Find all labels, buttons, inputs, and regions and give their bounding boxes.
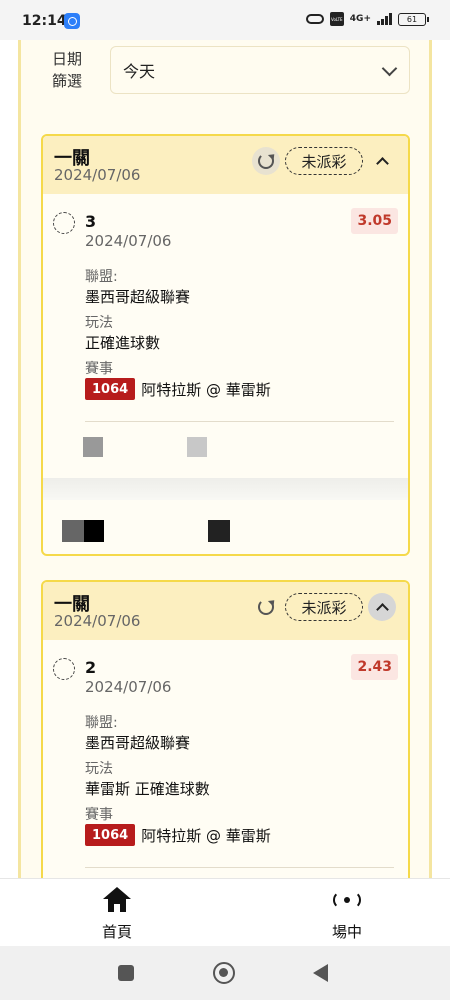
selection-date: 2024/07/06 bbox=[85, 232, 172, 250]
bet-card: 一關 2024/07/06 未派彩 3 2024/07/06 3.05 聯盟: … bbox=[41, 134, 410, 556]
league-value: 墨西哥超級聯賽 bbox=[85, 734, 191, 752]
bet-date: 2024/07/06 bbox=[54, 612, 141, 630]
selection-radio[interactable] bbox=[53, 212, 75, 234]
chevron-up-icon bbox=[375, 156, 389, 170]
event-row: 1064 阿特拉斯 @ 華雷斯 bbox=[85, 824, 271, 846]
back-button[interactable] bbox=[313, 964, 328, 982]
match-code-badge: 1064 bbox=[85, 378, 136, 400]
battery-icon: 61 bbox=[398, 12, 429, 26]
nav-live-label: 場中 bbox=[331, 923, 362, 941]
selection-date: 2024/07/06 bbox=[85, 678, 172, 696]
obscured-content bbox=[208, 520, 230, 542]
obscured-content bbox=[83, 437, 103, 457]
selection-name: 3 bbox=[85, 212, 97, 231]
app-notification-icon bbox=[64, 13, 80, 29]
battery-level: 61 bbox=[406, 14, 418, 24]
date-filter-select[interactable]: 今天 bbox=[110, 46, 410, 94]
status-indicators: VoLTE 4G+ 61 bbox=[305, 12, 429, 26]
refresh-button[interactable] bbox=[252, 593, 280, 621]
match-code-badge: 1064 bbox=[85, 824, 136, 846]
status-bar: 12:14 VoLTE 4G+ 61 bbox=[0, 0, 450, 40]
recent-apps-button[interactable] bbox=[118, 965, 134, 981]
page: 日期篩選 今天 一關 2024/07/06 未派彩 3 2024/07/06 3… bbox=[0, 40, 450, 878]
home-icon bbox=[103, 887, 131, 913]
market-label: 玩法 bbox=[85, 761, 113, 777]
match-name: 阿特拉斯 @ 華雷斯 bbox=[141, 826, 271, 845]
nav-live[interactable]: 場中 bbox=[297, 887, 397, 942]
volte-label: VoLTE bbox=[331, 16, 343, 22]
event-label: 賽事 bbox=[85, 361, 113, 377]
bottom-nav: 首頁 場中 bbox=[0, 878, 450, 946]
live-broadcast-icon bbox=[333, 887, 361, 913]
signal-icon bbox=[377, 13, 392, 25]
volte-icon: VoLTE bbox=[329, 12, 344, 26]
obscured-content bbox=[84, 520, 104, 542]
market-label: 玩法 bbox=[85, 315, 113, 331]
market-value: 華雷斯 正確進球數 bbox=[85, 780, 210, 798]
bet-card-header: 一關 2024/07/06 未派彩 bbox=[43, 582, 408, 640]
chevron-up-icon bbox=[375, 602, 389, 616]
event-row: 1064 阿特拉斯 @ 華雷斯 bbox=[85, 378, 271, 400]
bet-card: 一關 2024/07/06 未派彩 2 2024/07/06 2.43 聯盟: … bbox=[41, 580, 410, 878]
nav-home-label: 首頁 bbox=[101, 923, 132, 941]
bet-date: 2024/07/06 bbox=[54, 166, 141, 184]
divider bbox=[85, 867, 394, 868]
bet-status-badge: 未派彩 bbox=[285, 593, 363, 621]
market-value: 正確進球數 bbox=[85, 334, 161, 352]
nav-home[interactable]: 首頁 bbox=[67, 887, 167, 942]
date-filter-value: 今天 bbox=[123, 62, 156, 81]
system-nav-bar bbox=[0, 946, 450, 1000]
match-name: 阿特拉斯 @ 華雷斯 bbox=[141, 380, 271, 399]
chevron-down-icon bbox=[381, 60, 398, 77]
date-filter-label: 日期篩選 bbox=[52, 50, 83, 90]
status-time: 12:14 bbox=[22, 13, 67, 29]
league-value: 墨西哥超級聯賽 bbox=[85, 288, 191, 306]
refresh-icon bbox=[258, 599, 274, 615]
selection-name: 2 bbox=[85, 658, 97, 677]
league-label: 聯盟: bbox=[85, 269, 118, 285]
refresh-button[interactable] bbox=[252, 147, 280, 175]
link-icon bbox=[305, 14, 324, 24]
collapse-button[interactable] bbox=[368, 593, 396, 621]
refresh-icon bbox=[258, 153, 274, 169]
obscured-content bbox=[187, 437, 207, 457]
selection-radio[interactable] bbox=[53, 658, 75, 680]
fade-band bbox=[43, 478, 408, 500]
collapse-button[interactable] bbox=[368, 147, 396, 175]
divider bbox=[85, 421, 394, 422]
league-label: 聯盟: bbox=[85, 715, 118, 731]
obscured-content bbox=[62, 520, 84, 542]
event-label: 賽事 bbox=[85, 807, 113, 823]
network-type: 4G+ bbox=[349, 14, 371, 24]
odds-badge: 3.05 bbox=[351, 208, 398, 234]
bet-card-header: 一關 2024/07/06 未派彩 bbox=[43, 136, 408, 194]
odds-badge: 2.43 bbox=[351, 654, 398, 680]
bet-status-badge: 未派彩 bbox=[285, 147, 363, 175]
home-system-button[interactable] bbox=[213, 962, 235, 984]
